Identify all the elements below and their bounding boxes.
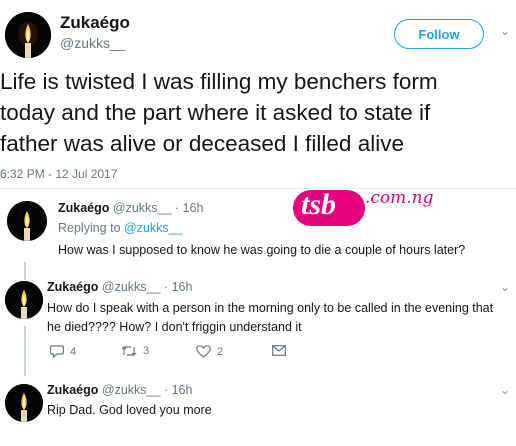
watermark-brand: tsb xyxy=(301,188,337,221)
reply-author-name[interactable]: Zukaégo xyxy=(58,201,109,215)
separator-dot: · xyxy=(174,201,180,215)
separator-dot: · xyxy=(163,383,169,397)
thread-line xyxy=(24,262,26,280)
reply-text: How do I speak with a person in the morn… xyxy=(47,299,493,337)
reply-header: Zukaégo @zukks__ · 16h xyxy=(47,280,192,294)
candle-icon xyxy=(7,201,47,241)
reply-header: Zukaégo @zukks__ · 16h xyxy=(47,383,192,397)
like-action[interactable]: 2 xyxy=(196,345,223,358)
reply-author-handle[interactable]: @zukks__ xyxy=(102,383,161,397)
author-name[interactable]: Zukaégo xyxy=(60,13,130,33)
reply-avatar[interactable] xyxy=(5,281,43,319)
candle-icon xyxy=(5,384,43,422)
follow-button[interactable]: Follow xyxy=(394,19,484,49)
retweet-icon xyxy=(121,346,137,356)
author-handle[interactable]: @zukks__ xyxy=(60,35,126,51)
reply-header: Zukaégo @zukks__ · 16h xyxy=(58,201,203,215)
message-action[interactable] xyxy=(272,345,292,356)
watermark-logo: tsb .com.ng xyxy=(293,186,434,230)
author-avatar[interactable] xyxy=(5,12,51,58)
reply-text: How was I supposed to know he was going … xyxy=(58,243,466,257)
comment-icon xyxy=(50,345,64,358)
chevron-down-icon[interactable]: ⌄ xyxy=(500,24,510,38)
tweet-text: Life is twisted I was filling my bencher… xyxy=(0,66,438,159)
thread-line xyxy=(24,326,26,376)
reply-time[interactable]: 16h xyxy=(172,280,193,294)
reply-text-line: How do I speak with a person in the morn… xyxy=(47,301,494,315)
reply-count: 4 xyxy=(70,345,77,358)
replying-to-prefix: Replying to xyxy=(58,221,121,235)
chevron-down-icon[interactable]: ⌄ xyxy=(500,383,510,397)
retweet-action[interactable]: 3 xyxy=(121,345,149,357)
reply-text: Rip Dad. God loved you more xyxy=(47,403,212,417)
replying-to-link[interactable]: @zukks__ xyxy=(124,221,183,235)
candle-icon xyxy=(5,12,51,58)
reply-author-handle[interactable]: @zukks__ xyxy=(102,280,161,294)
divider xyxy=(0,188,516,189)
envelope-icon xyxy=(272,345,286,356)
replying-to: Replying to @zukks__ xyxy=(58,221,183,235)
reply-author-name[interactable]: Zukaégo xyxy=(47,280,98,294)
tweet-timestamp[interactable]: 6:32 PM - 12 Jul 2017 xyxy=(0,167,117,181)
separator-dot: · xyxy=(163,280,169,294)
reply-author-name[interactable]: Zukaégo xyxy=(47,383,98,397)
tweet-text-line: today and the part where it asked to sta… xyxy=(0,100,431,125)
tweet-text-line: father was alive or deceased I filled al… xyxy=(0,131,404,156)
watermark-domain: .com.ng xyxy=(365,188,434,208)
reply-time[interactable]: 16h xyxy=(172,383,193,397)
tweet-text-line: Life is twisted I was filling my bencher… xyxy=(0,69,438,94)
reply-text-line: he died???? How? I don't friggin underst… xyxy=(47,320,302,334)
like-count: 2 xyxy=(217,345,224,358)
heart-icon xyxy=(196,345,211,358)
reply-time[interactable]: 16h xyxy=(183,201,204,215)
reply-avatar[interactable] xyxy=(7,201,47,241)
reply-avatar[interactable] xyxy=(5,384,43,422)
chevron-down-icon[interactable]: ⌄ xyxy=(500,280,510,294)
retweet-count: 3 xyxy=(143,345,150,357)
reply-action[interactable]: 4 xyxy=(50,345,76,358)
reply-author-handle[interactable]: @zukks__ xyxy=(113,201,172,215)
candle-icon xyxy=(5,281,43,319)
